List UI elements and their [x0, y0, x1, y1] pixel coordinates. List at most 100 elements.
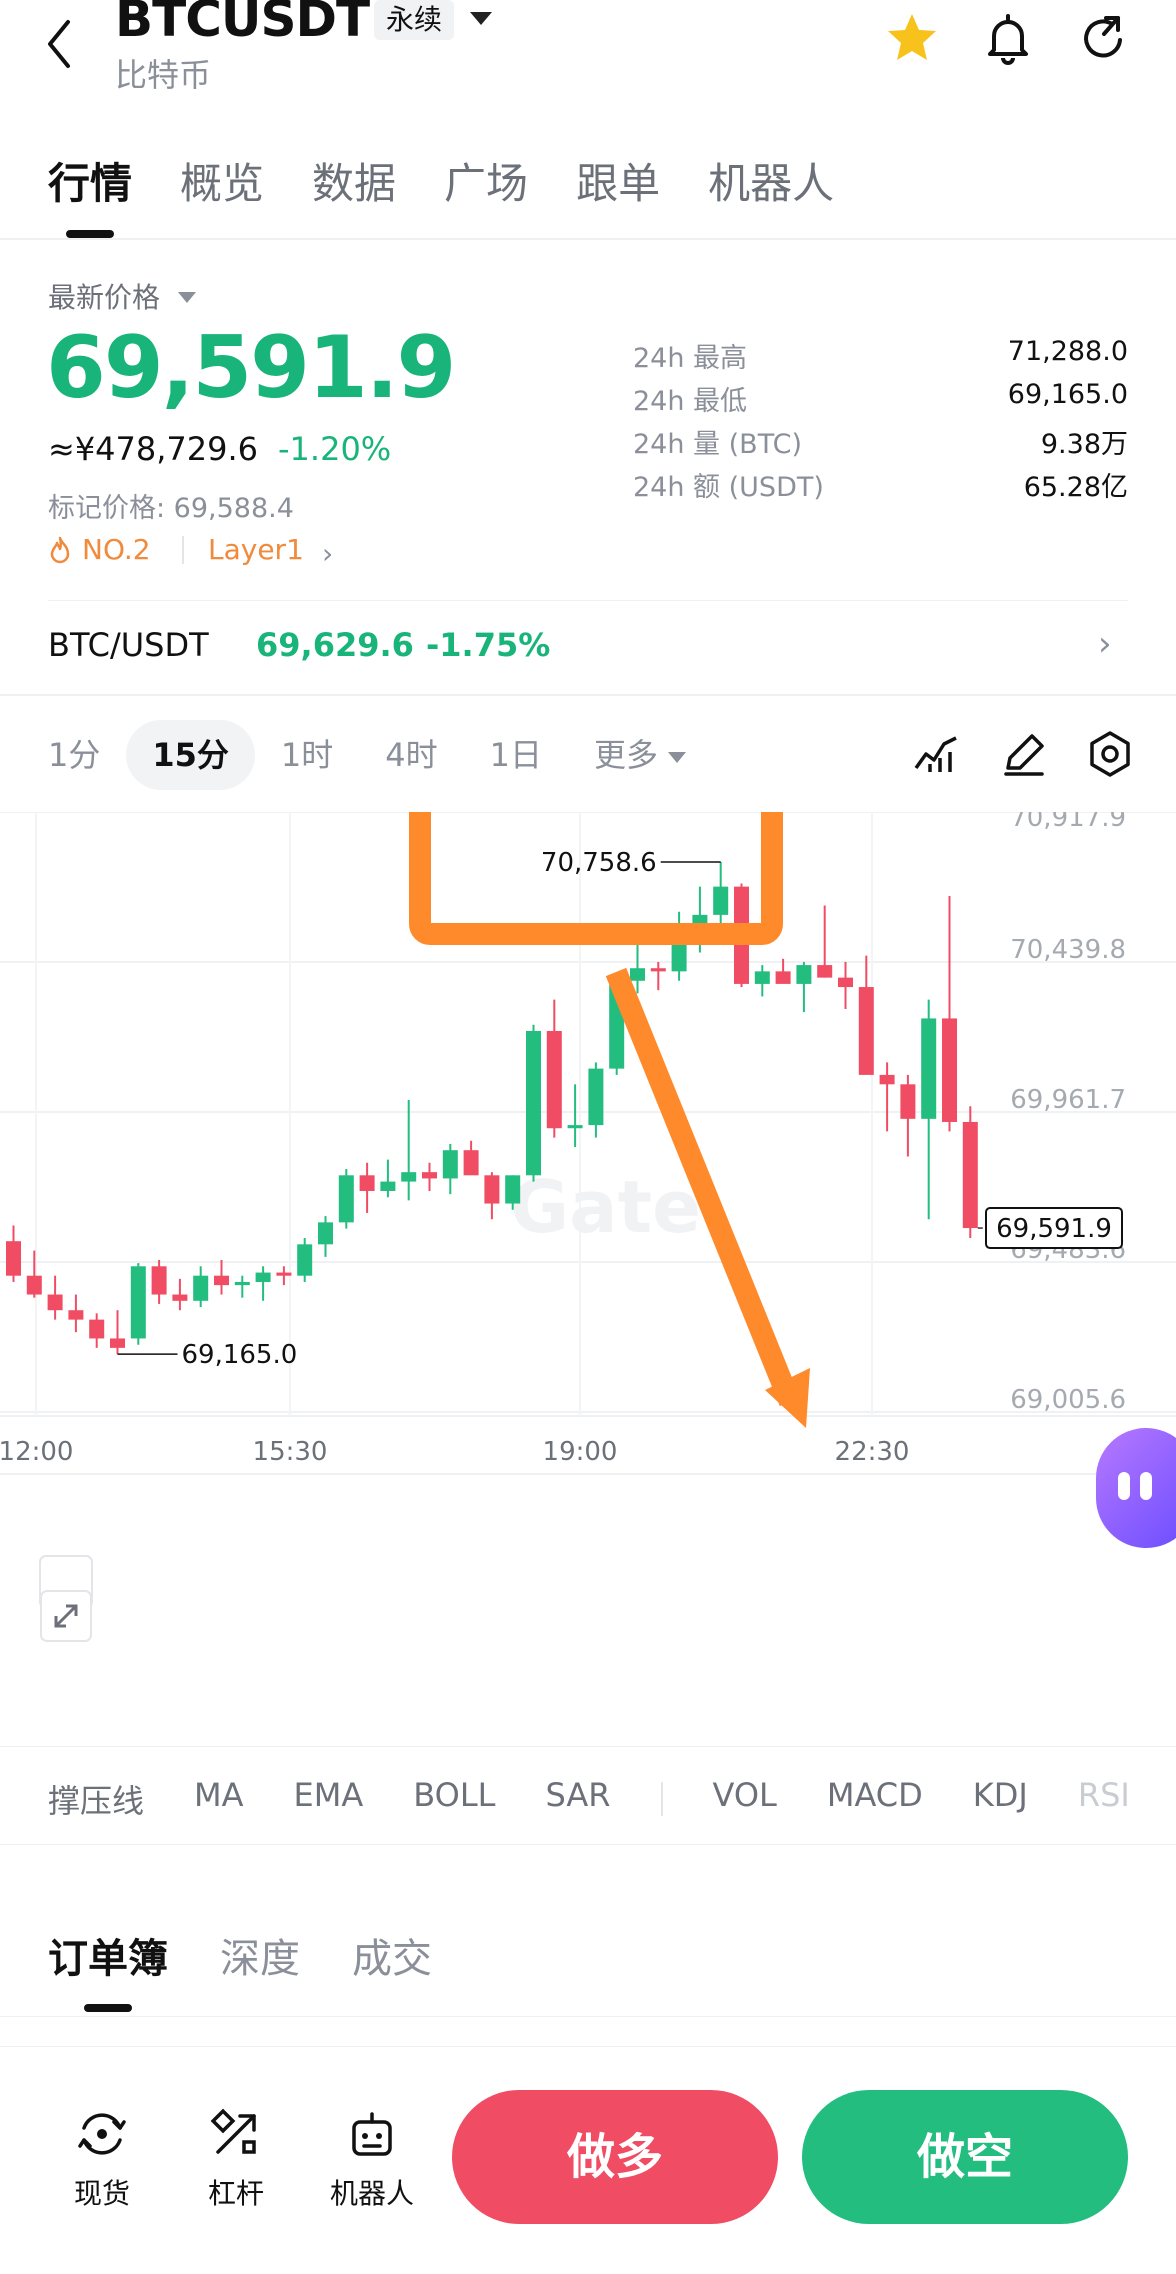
y-axis-tick: 69,005.6: [1010, 1385, 1126, 1415]
margin-icon: [210, 2108, 256, 2154]
candle-body: [838, 977, 853, 988]
candle-body: [172, 1294, 188, 1301]
margin-button[interactable]: 杠杆: [186, 2106, 286, 2212]
settings-icon[interactable]: [1084, 728, 1136, 780]
candle-body: [650, 968, 666, 972]
candle-body: [276, 1272, 292, 1276]
candle-body: [630, 968, 645, 981]
candle-body: [380, 1181, 396, 1191]
indicator-boll[interactable]: BOLL: [413, 1776, 495, 1822]
candle-body: [422, 1172, 437, 1179]
spot-pair-change: -1.75%: [426, 626, 551, 664]
indicator-rsi[interactable]: RSI: [1078, 1776, 1130, 1822]
chevron-down-icon[interactable]: [470, 12, 492, 25]
candle-body: [338, 1175, 354, 1223]
low-price-label: 69,165.0: [182, 1340, 298, 1370]
x-axis-tick: 22:30: [835, 1437, 910, 1467]
chevron-right-icon[interactable]: ›: [322, 537, 333, 570]
divider: [48, 600, 1128, 601]
tab-square[interactable]: 广场: [444, 150, 528, 211]
spot-label: 现货: [73, 2177, 130, 2210]
divider: [0, 2046, 1176, 2047]
tab-overview[interactable]: 概览: [180, 150, 264, 211]
indicator-support-resistance[interactable]: 撑压线: [48, 1776, 144, 1822]
contract-type-badge[interactable]: 永续: [374, 0, 455, 40]
candle-body: [47, 1294, 63, 1311]
category-tag[interactable]: Layer1: [208, 533, 304, 566]
tab-trades[interactable]: 成交: [352, 1926, 432, 1984]
interval-4h[interactable]: 4时: [359, 720, 463, 790]
indicator-macd[interactable]: MACD: [827, 1776, 923, 1822]
mark-price: 标记价格: 69,588.4: [48, 493, 294, 524]
rank-label: NO.2: [82, 533, 151, 566]
indicator-kdj[interactable]: KDJ: [973, 1776, 1028, 1822]
latest-price-label[interactable]: 最新价格: [48, 276, 160, 316]
indicator-sar[interactable]: SAR: [545, 1776, 610, 1822]
x-axis-tick: 19:00: [543, 1437, 618, 1467]
divider: [0, 238, 1176, 240]
stat-label: 24h 最高: [633, 343, 748, 374]
assistant-eye: [1140, 1472, 1152, 1500]
chevron-down-icon: [668, 751, 687, 763]
candle-body: [546, 1030, 562, 1129]
fullscreen-icon[interactable]: [40, 1590, 92, 1642]
last-price-tag-label: 69,591.9: [996, 1214, 1112, 1244]
rank-badge[interactable]: NO.2: [48, 533, 151, 566]
flame-icon: [50, 536, 70, 563]
interval-more[interactable]: 更多: [568, 720, 712, 790]
tab-bots[interactable]: 机器人: [708, 150, 834, 211]
candlestick-chart[interactable]: Gate 70,917.970,439.869,961.769,483.669,…: [0, 812, 1176, 1712]
back-arrow-icon[interactable]: [40, 8, 80, 72]
change-percent: -1.20%: [278, 430, 392, 468]
symbol-title[interactable]: BTCUSDT: [115, 0, 370, 48]
stat-low: 24h 最低 69,165.0: [633, 379, 1128, 419]
bot-label: 机器人: [329, 2177, 414, 2210]
interval-15m[interactable]: 15分: [126, 720, 255, 790]
bot-button[interactable]: 机器人: [322, 2106, 422, 2212]
candle-body: [942, 1018, 957, 1122]
indicator-tabs: 撑压线 MA EMA BOLL SAR VOL MACD KDJ RSI: [48, 1776, 1130, 1822]
interval-1d[interactable]: 1日: [464, 720, 568, 790]
indicator-ema[interactable]: EMA: [294, 1776, 364, 1822]
candle-body: [359, 1175, 375, 1191]
tab-copy-trade[interactable]: 跟单: [576, 150, 660, 211]
draw-icon[interactable]: [998, 728, 1050, 780]
short-button[interactable]: 做空: [802, 2090, 1128, 2224]
x-axis-tick: 15:30: [253, 1437, 328, 1467]
chevron-down-icon[interactable]: [178, 292, 196, 303]
star-icon[interactable]: [880, 6, 944, 70]
divider: [0, 1746, 1176, 1747]
candle-body: [754, 971, 770, 984]
candle-body: [921, 1018, 937, 1119]
tab-market[interactable]: 行情: [48, 150, 132, 238]
assistant-bubble[interactable]: [1096, 1428, 1176, 1548]
share-icon[interactable]: [1072, 6, 1136, 70]
candle-body: [526, 1030, 541, 1176]
candle-body: [151, 1266, 167, 1295]
candle-body: [962, 1121, 978, 1229]
tab-orderbook[interactable]: 订单簿: [48, 1926, 168, 2012]
stat-label: 24h 额 (USDT): [633, 472, 824, 503]
stat-high: 24h 最高 71,288.0: [633, 336, 1128, 376]
candle-body: [401, 1172, 417, 1182]
indicator-icon[interactable]: [910, 728, 962, 780]
indicator-ma[interactable]: MA: [194, 1776, 244, 1822]
chevron-right-icon[interactable]: ›: [1098, 624, 1112, 664]
top-tabs: 行情 概览 数据 广场 跟单 机器人: [48, 150, 834, 238]
spot-button[interactable]: 现货: [52, 2106, 152, 2212]
long-button[interactable]: 做多: [452, 2090, 778, 2224]
divider: [182, 536, 184, 564]
spot-pair-name[interactable]: BTC/USDT: [48, 626, 209, 664]
stat-volume: 24h 量 (BTC) 9.38万: [633, 422, 1128, 462]
indicator-vol[interactable]: VOL: [713, 1776, 777, 1822]
candle-body: [858, 987, 874, 1075]
asset-name: 比特币: [115, 56, 212, 94]
interval-1h[interactable]: 1时: [255, 720, 359, 790]
tab-data[interactable]: 数据: [312, 150, 396, 211]
margin-label: 杠杆: [207, 2177, 264, 2210]
stat-label: 24h 量 (BTC): [633, 429, 802, 460]
interval-1m[interactable]: 1分: [22, 720, 126, 790]
candle-body: [775, 971, 791, 984]
tab-depth[interactable]: 深度: [220, 1926, 300, 1984]
bell-icon[interactable]: [976, 6, 1040, 70]
